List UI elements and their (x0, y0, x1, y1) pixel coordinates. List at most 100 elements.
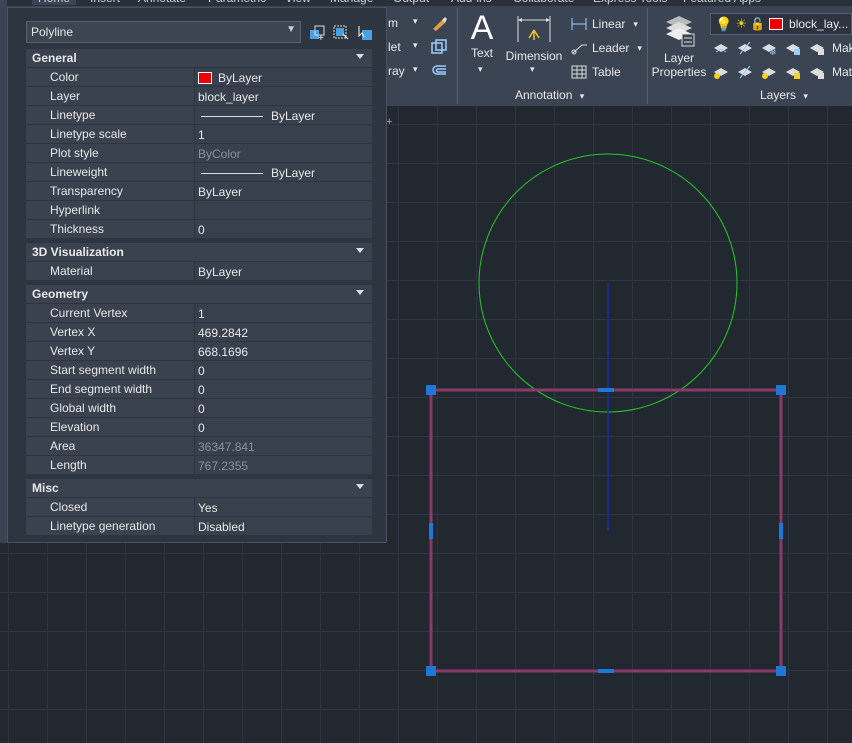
property-value[interactable]: ByLayer (194, 182, 372, 200)
property-name: Linetype (26, 106, 194, 124)
svg-text:+: + (318, 33, 324, 42)
property-value-text: ByLayer (271, 109, 316, 123)
object-type-dropdown[interactable]: Polyline ▼ (26, 21, 301, 43)
property-name: Elevation (26, 418, 194, 436)
property-row[interactable]: Global width 0 (26, 399, 372, 418)
property-value[interactable]: 668.1696 (194, 342, 372, 360)
property-value[interactable]: block_layer (194, 87, 372, 105)
property-name: Vertex Y (26, 342, 194, 360)
property-value[interactable]: ByLayer (194, 106, 372, 124)
property-value-text: Yes (198, 501, 218, 515)
property-value[interactable]: 0 (194, 361, 372, 379)
property-value[interactable]: 1 (194, 304, 372, 322)
polyline-entity[interactable] (429, 388, 783, 673)
midpoint-grip[interactable] (429, 523, 433, 539)
property-value-text: 668.1696 (198, 345, 249, 359)
property-row[interactable]: Layer block_layer (26, 87, 372, 106)
property-row[interactable]: Elevation 0 (26, 418, 372, 437)
property-name: Lineweight (26, 163, 194, 181)
property-value[interactable]: 1 (194, 125, 372, 143)
section-header[interactable]: 3D Visualization (26, 243, 372, 262)
property-value-text: 1 (198, 307, 205, 321)
section-header[interactable]: Geometry (26, 285, 372, 304)
property-name: Start segment width (26, 361, 194, 379)
vertex-grip[interactable] (776, 385, 786, 395)
select-objects-icon[interactable] (332, 24, 350, 42)
property-value: 36347.841 (194, 437, 372, 455)
property-value[interactable]: 0 (194, 220, 372, 238)
property-name: Material (26, 262, 194, 280)
property-row[interactable]: Color ByLayer (26, 68, 372, 87)
vertex-grip[interactable] (426, 666, 436, 676)
property-name: Plot style (26, 144, 194, 162)
section-title: Misc (32, 481, 59, 495)
property-row[interactable]: Vertex X 469.2842 (26, 323, 372, 342)
collapse-chevron-icon[interactable] (356, 290, 364, 295)
property-row[interactable]: Linetype generation Disabled (26, 517, 372, 536)
line-preview (201, 172, 263, 174)
property-row[interactable]: End segment width 0 (26, 380, 372, 399)
collapse-chevron-icon[interactable] (356, 54, 364, 59)
property-row[interactable]: Lineweight ByLayer (26, 163, 372, 182)
property-value[interactable]: 0 (194, 380, 372, 398)
property-value-text: Disabled (198, 520, 245, 534)
quick-select-icon[interactable] (356, 24, 374, 42)
property-row[interactable]: Plot style ByColor (26, 144, 372, 163)
vertex-grip[interactable] (776, 666, 786, 676)
property-row[interactable]: Linetype scale 1 (26, 125, 372, 144)
collapse-chevron-icon[interactable] (356, 248, 364, 253)
property-value-text: 0 (198, 364, 205, 378)
property-row[interactable]: Start segment width 0 (26, 361, 372, 380)
property-value[interactable]: 0 (194, 399, 372, 417)
property-value[interactable]: Yes (194, 498, 372, 516)
property-value-text: 469.2842 (198, 326, 249, 340)
properties-grid: General Color ByLayer Layer block_layer Linet… (26, 48, 372, 536)
property-value[interactable]: ByLayer (194, 163, 372, 181)
property-name: Linetype generation (26, 517, 194, 535)
property-value[interactable]: 0 (194, 418, 372, 436)
property-name: Hyperlink (26, 201, 194, 219)
property-value[interactable]: Disabled (194, 517, 372, 535)
property-name: Color (26, 68, 194, 86)
property-value: 767.2355 (194, 456, 372, 474)
toggle-pickadd-icon[interactable]: + (308, 24, 326, 42)
property-row[interactable]: Material ByLayer (26, 262, 372, 281)
midpoint-grip[interactable] (598, 388, 614, 392)
property-row[interactable]: Length 767.2355 (26, 456, 372, 475)
property-name: End segment width (26, 380, 194, 398)
property-name: Thickness (26, 220, 194, 238)
vertex-grip[interactable] (426, 385, 436, 395)
property-row[interactable]: Closed Yes (26, 498, 372, 517)
midpoint-grip[interactable] (779, 523, 783, 539)
property-value[interactable]: ByLayer (194, 68, 372, 86)
property-row[interactable]: Vertex Y 668.1696 (26, 342, 372, 361)
property-row[interactable]: Thickness 0 (26, 220, 372, 239)
property-value[interactable]: ByLayer (194, 262, 372, 280)
property-value-text: 0 (198, 402, 205, 416)
property-row[interactable]: Current Vertex 1 (26, 304, 372, 323)
property-value-text: ByLayer (198, 265, 243, 279)
palette-title-strip[interactable] (0, 0, 7, 543)
section-title: General (32, 51, 77, 65)
property-value-text: 767.2355 (198, 459, 249, 473)
property-name: Linetype scale (26, 125, 194, 143)
property-value[interactable] (194, 201, 372, 219)
property-value[interactable]: 469.2842 (194, 323, 372, 341)
property-row[interactable]: Hyperlink (26, 201, 372, 220)
property-name: Transparency (26, 182, 194, 200)
collapse-chevron-icon[interactable] (356, 484, 364, 489)
property-value-text: ByColor (198, 147, 241, 161)
color-swatch (198, 72, 212, 84)
property-name: Layer (26, 87, 194, 105)
property-value: ByColor (194, 144, 372, 162)
property-row[interactable]: Transparency ByLayer (26, 182, 372, 201)
section-header[interactable]: Misc (26, 479, 372, 498)
midpoint-grip[interactable] (598, 669, 614, 673)
property-name: Current Vertex (26, 304, 194, 322)
property-row[interactable]: Linetype ByLayer (26, 106, 372, 125)
property-value-text: 0 (198, 223, 205, 237)
property-value-text: ByLayer (218, 71, 263, 85)
property-name: Length (26, 456, 194, 474)
property-row[interactable]: Area 36347.841 (26, 437, 372, 456)
section-header[interactable]: General (26, 49, 372, 68)
